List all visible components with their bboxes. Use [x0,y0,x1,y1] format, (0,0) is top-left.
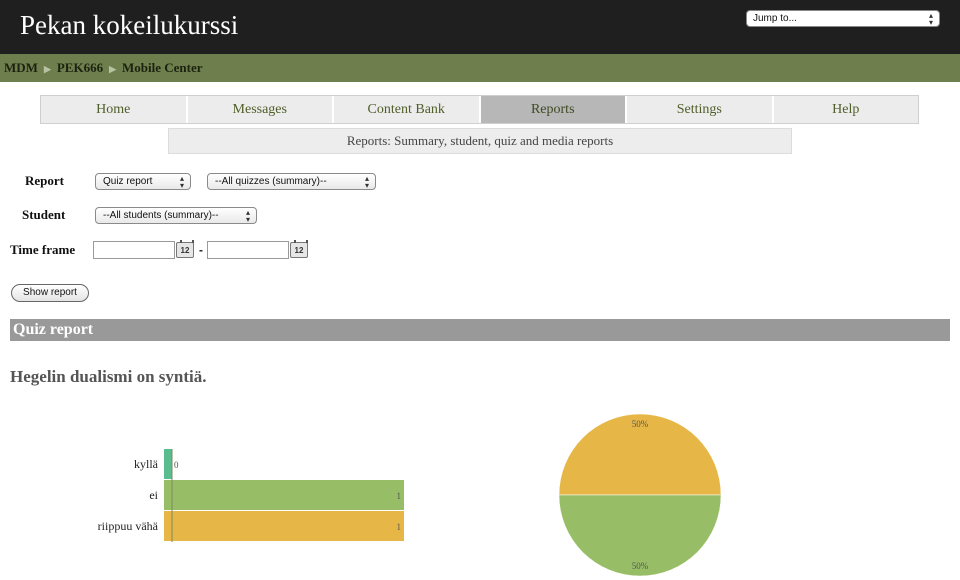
select-arrows-icon: ▴ ▾ [179,174,184,190]
breadcrumb-item-course[interactable]: PEK666 [57,60,103,75]
jump-to-select[interactable]: Jump to... ▴ ▾ [746,10,940,27]
category-label: kyllä [134,457,159,471]
bar [164,480,404,510]
reports-subnav[interactable]: Reports: Summary, student, quiz and medi… [168,128,792,154]
student-label: Student [22,207,66,222]
select-arrows-icon: ▴ ▾ [928,11,933,27]
date-separator: - [199,243,203,257]
quiz-select-value: --All quizzes (summary)-- [215,176,327,187]
site-title[interactable]: Pekan kokeilukurssi [20,10,238,41]
pie-chart: 50% 50% [558,413,722,577]
question-title: Hegelin dualismi on syntiä. [10,367,207,386]
tab-help[interactable]: Help [773,96,918,123]
slice-label: 50% [632,419,649,429]
breadcrumb-separator-icon: ▶ [43,64,51,74]
date-from-input[interactable] [93,241,175,259]
date-to-input[interactable] [207,241,289,259]
tab-reports[interactable]: Reports [480,96,627,123]
student-select-value: --All students (summary)-- [103,210,219,221]
breadcrumb: MDM ▶ PEK666 ▶ Mobile Center [0,54,960,82]
bar-chart: kyllä 0 ei 1 riippuu vähä 1 [98,449,404,542]
jump-to-label: Jump to... [753,13,797,24]
value-label: 1 [397,491,402,501]
main-nav: Home Messages Content Bank Reports Setti… [40,95,919,124]
bar [164,449,172,479]
site-header: Pekan kokeilukurssi Jump to... ▴ ▾ [0,0,960,54]
category-label: riippuu vähä [98,519,159,533]
student-select[interactable]: --All students (summary)-- ▴ ▾ [95,207,257,224]
report-type-select[interactable]: Quiz report ▴ ▾ [95,173,191,190]
breadcrumb-item-mdm[interactable]: MDM [4,60,38,75]
bar [164,511,404,541]
select-arrows-icon: ▴ ▾ [245,208,250,224]
breadcrumb-item-current: Mobile Center [122,60,203,75]
tab-content-bank[interactable]: Content Bank [334,96,481,123]
timeframe-label: Time frame [10,242,76,257]
value-label: 1 [397,522,402,532]
show-report-button[interactable]: Show report [11,284,89,302]
section-title: Quiz report [10,319,950,341]
report-type-value: Quiz report [103,176,153,187]
select-arrows-icon: ▴ ▾ [364,174,369,190]
slice-label: 50% [632,561,649,571]
calendar-icon[interactable]: 12 [290,240,308,258]
category-label: ei [149,488,158,502]
tab-home[interactable]: Home [41,96,188,123]
report-label: Report [25,173,64,188]
calendar-icon[interactable]: 12 [176,240,194,258]
breadcrumb-separator-icon: ▶ [109,64,117,74]
quiz-select[interactable]: --All quizzes (summary)-- ▴ ▾ [207,173,376,190]
value-label: 0 [174,460,179,470]
tab-messages[interactable]: Messages [187,96,334,123]
tab-settings[interactable]: Settings [627,96,774,123]
